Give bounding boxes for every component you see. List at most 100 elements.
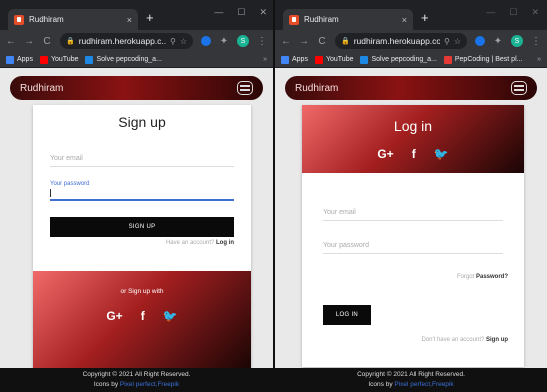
bookmarks-overflow-icon[interactable]: »	[263, 56, 267, 63]
address-bar[interactable]: 🔒 rudhiram.herokuapp.c... ⚲ ☆	[60, 33, 193, 49]
email-underline	[50, 166, 234, 167]
forward-arrow-icon[interactable]: →	[24, 36, 34, 47]
browser-window-right: Rudhiram × + — ☐ ✕ ← → C 🔒 rudhiram.hero…	[275, 0, 547, 392]
login-button[interactable]: LOG IN	[323, 305, 371, 325]
puzzle-extensions-icon[interactable]: ✦	[493, 36, 503, 47]
extension-icon[interactable]	[201, 36, 211, 46]
browser-tab[interactable]: Rudhiram ×	[8, 9, 138, 30]
bookmark-star-icon[interactable]: ☆	[454, 37, 461, 46]
login-link[interactable]: Log in	[216, 240, 234, 246]
text-caret	[50, 189, 51, 197]
screenshot: Rudhiram × + — ☐ ✕ ← → C 🔒 rudhiram.hero…	[0, 0, 547, 392]
bookmark-apps[interactable]: Apps	[6, 55, 33, 64]
password-field[interactable]: Your password	[323, 242, 503, 254]
twitter-icon[interactable]: 🐦	[434, 147, 449, 161]
tab-title: Rudhiram	[304, 15, 339, 24]
back-arrow-icon[interactable]: ←	[6, 36, 16, 47]
google-plus-icon[interactable]: G+	[377, 147, 393, 161]
youtube-icon	[314, 55, 323, 64]
extension-icon[interactable]	[475, 36, 485, 46]
email-field[interactable]: Your email	[323, 209, 503, 221]
bookmarks-overflow-icon[interactable]: »	[537, 56, 541, 63]
social-signup-panel: or Sign up with G+ f 🐦	[33, 271, 251, 369]
new-tab-icon[interactable]: +	[146, 11, 154, 24]
email-field[interactable]: Your email	[50, 155, 234, 167]
toolbar: ← → C 🔒 rudhiram.herokuapp.c... ⚲ ☆ ✦ S …	[0, 30, 273, 52]
close-window-icon[interactable]: ✕	[531, 7, 539, 18]
social-icons: G+ f 🐦	[302, 147, 524, 161]
password-label: Your password	[50, 181, 90, 187]
youtube-icon	[39, 55, 48, 64]
signup-button[interactable]: SIGN UP	[50, 217, 234, 237]
browser-tab[interactable]: Rudhiram ×	[283, 9, 413, 30]
reload-icon[interactable]: C	[317, 36, 327, 47]
page-footer: Copyright © 2021 All Right Reserved. Ico…	[0, 368, 273, 392]
password-field[interactable]: Your password	[50, 181, 234, 201]
bookmark-site-icon	[85, 55, 94, 64]
navbar-toggle-icon[interactable]	[237, 81, 253, 95]
icon-credit: Icons by Pixel perfect,Freepik	[93, 381, 180, 388]
profile-avatar[interactable]: S	[511, 35, 523, 47]
bookmark-apps[interactable]: Apps	[281, 55, 308, 64]
apps-grid-icon	[281, 55, 289, 64]
back-arrow-icon[interactable]: ←	[281, 36, 291, 47]
browser-window-left: Rudhiram × + — ☐ ✕ ← → C 🔒 rudhiram.hero…	[0, 0, 273, 392]
bookmark-pepcoding[interactable]: Solve pepcoding_a...	[360, 55, 437, 64]
lock-icon: 🔒	[341, 38, 350, 45]
profile-avatar[interactable]: S	[237, 35, 249, 47]
email-placeholder: Your email	[50, 155, 83, 162]
bookmark-star-icon[interactable]: ☆	[180, 37, 187, 46]
address-bar[interactable]: 🔒 rudhiram.herokuapp.co... ⚲ ☆	[335, 33, 467, 49]
icon-credit: Icons by Pixel perfect,Freepik	[368, 381, 454, 388]
zoom-icon[interactable]: ⚲	[170, 37, 176, 46]
puzzle-extensions-icon[interactable]: ✦	[219, 36, 229, 47]
tab-title: Rudhiram	[29, 15, 64, 24]
tab-close-icon[interactable]: ×	[402, 15, 407, 25]
email-placeholder: Your email	[323, 209, 356, 216]
copyright-text: Copyright © 2021 All Right Reserved.	[82, 371, 191, 378]
zoom-icon[interactable]: ⚲	[444, 37, 450, 46]
navbar-toggle-icon[interactable]	[511, 81, 527, 95]
site-favicon-icon	[14, 14, 24, 25]
page-footer: Copyright © 2021 All Right Reserved. Ico…	[275, 368, 547, 392]
icon-credit-link[interactable]: Pixel perfect,Freepik	[394, 381, 453, 388]
minimize-icon[interactable]: —	[486, 7, 495, 18]
reload-icon[interactable]: C	[42, 36, 52, 47]
close-window-icon[interactable]: ✕	[259, 7, 267, 18]
signup-link[interactable]: Sign up	[486, 337, 508, 343]
apps-grid-icon	[6, 55, 14, 64]
icon-credit-link[interactable]: Pixel perfect,Freepik	[120, 381, 179, 388]
maximize-icon[interactable]: ☐	[237, 7, 245, 18]
tab-close-icon[interactable]: ×	[127, 15, 132, 25]
google-plus-icon[interactable]: G+	[106, 309, 122, 323]
bookmark-youtube[interactable]: YouTube	[314, 55, 353, 64]
kebab-menu-icon[interactable]: ⋮	[257, 36, 267, 47]
bookmark-youtube[interactable]: YouTube	[39, 55, 78, 64]
password-placeholder: Your password	[323, 242, 370, 249]
lock-icon: 🔒	[66, 38, 75, 45]
brand-name[interactable]: Rudhiram	[295, 83, 511, 94]
social-icons: G+ f 🐦	[33, 309, 251, 323]
site-favicon-icon	[289, 14, 299, 25]
facebook-icon[interactable]: f	[141, 309, 145, 323]
brand-name[interactable]: Rudhiram	[20, 83, 237, 94]
bookmark-pepcoding[interactable]: Solve pepcoding_a...	[85, 55, 162, 64]
bookmark-pepcoding-best[interactable]: PepCoding | Best pl...	[443, 55, 522, 64]
url-text: rudhiram.herokuapp.co...	[353, 36, 440, 46]
facebook-icon[interactable]: f	[412, 147, 416, 161]
app-navbar: Rudhiram	[285, 76, 537, 100]
kebab-menu-icon[interactable]: ⋮	[531, 36, 541, 47]
maximize-icon[interactable]: ☐	[509, 7, 517, 18]
window-controls: — ☐ ✕	[214, 7, 267, 18]
bookmark-site-icon	[443, 55, 452, 64]
page-viewport: Rudhiram Log in G+ f 🐦 Your email Your p…	[275, 68, 547, 392]
forgot-password-link[interactable]: Password?	[476, 274, 508, 280]
new-tab-icon[interactable]: +	[421, 11, 429, 24]
forgot-password-note: Forgot Password?	[456, 274, 508, 280]
forward-arrow-icon[interactable]: →	[299, 36, 309, 47]
signup-title: Sign up	[118, 114, 166, 130]
bookmarks-bar: Apps YouTube Solve pepcoding_a... »	[0, 52, 273, 68]
bookmarks-bar: Apps YouTube Solve pepcoding_a... PepCod…	[275, 52, 547, 68]
twitter-icon[interactable]: 🐦	[163, 309, 178, 323]
minimize-icon[interactable]: —	[214, 7, 223, 18]
